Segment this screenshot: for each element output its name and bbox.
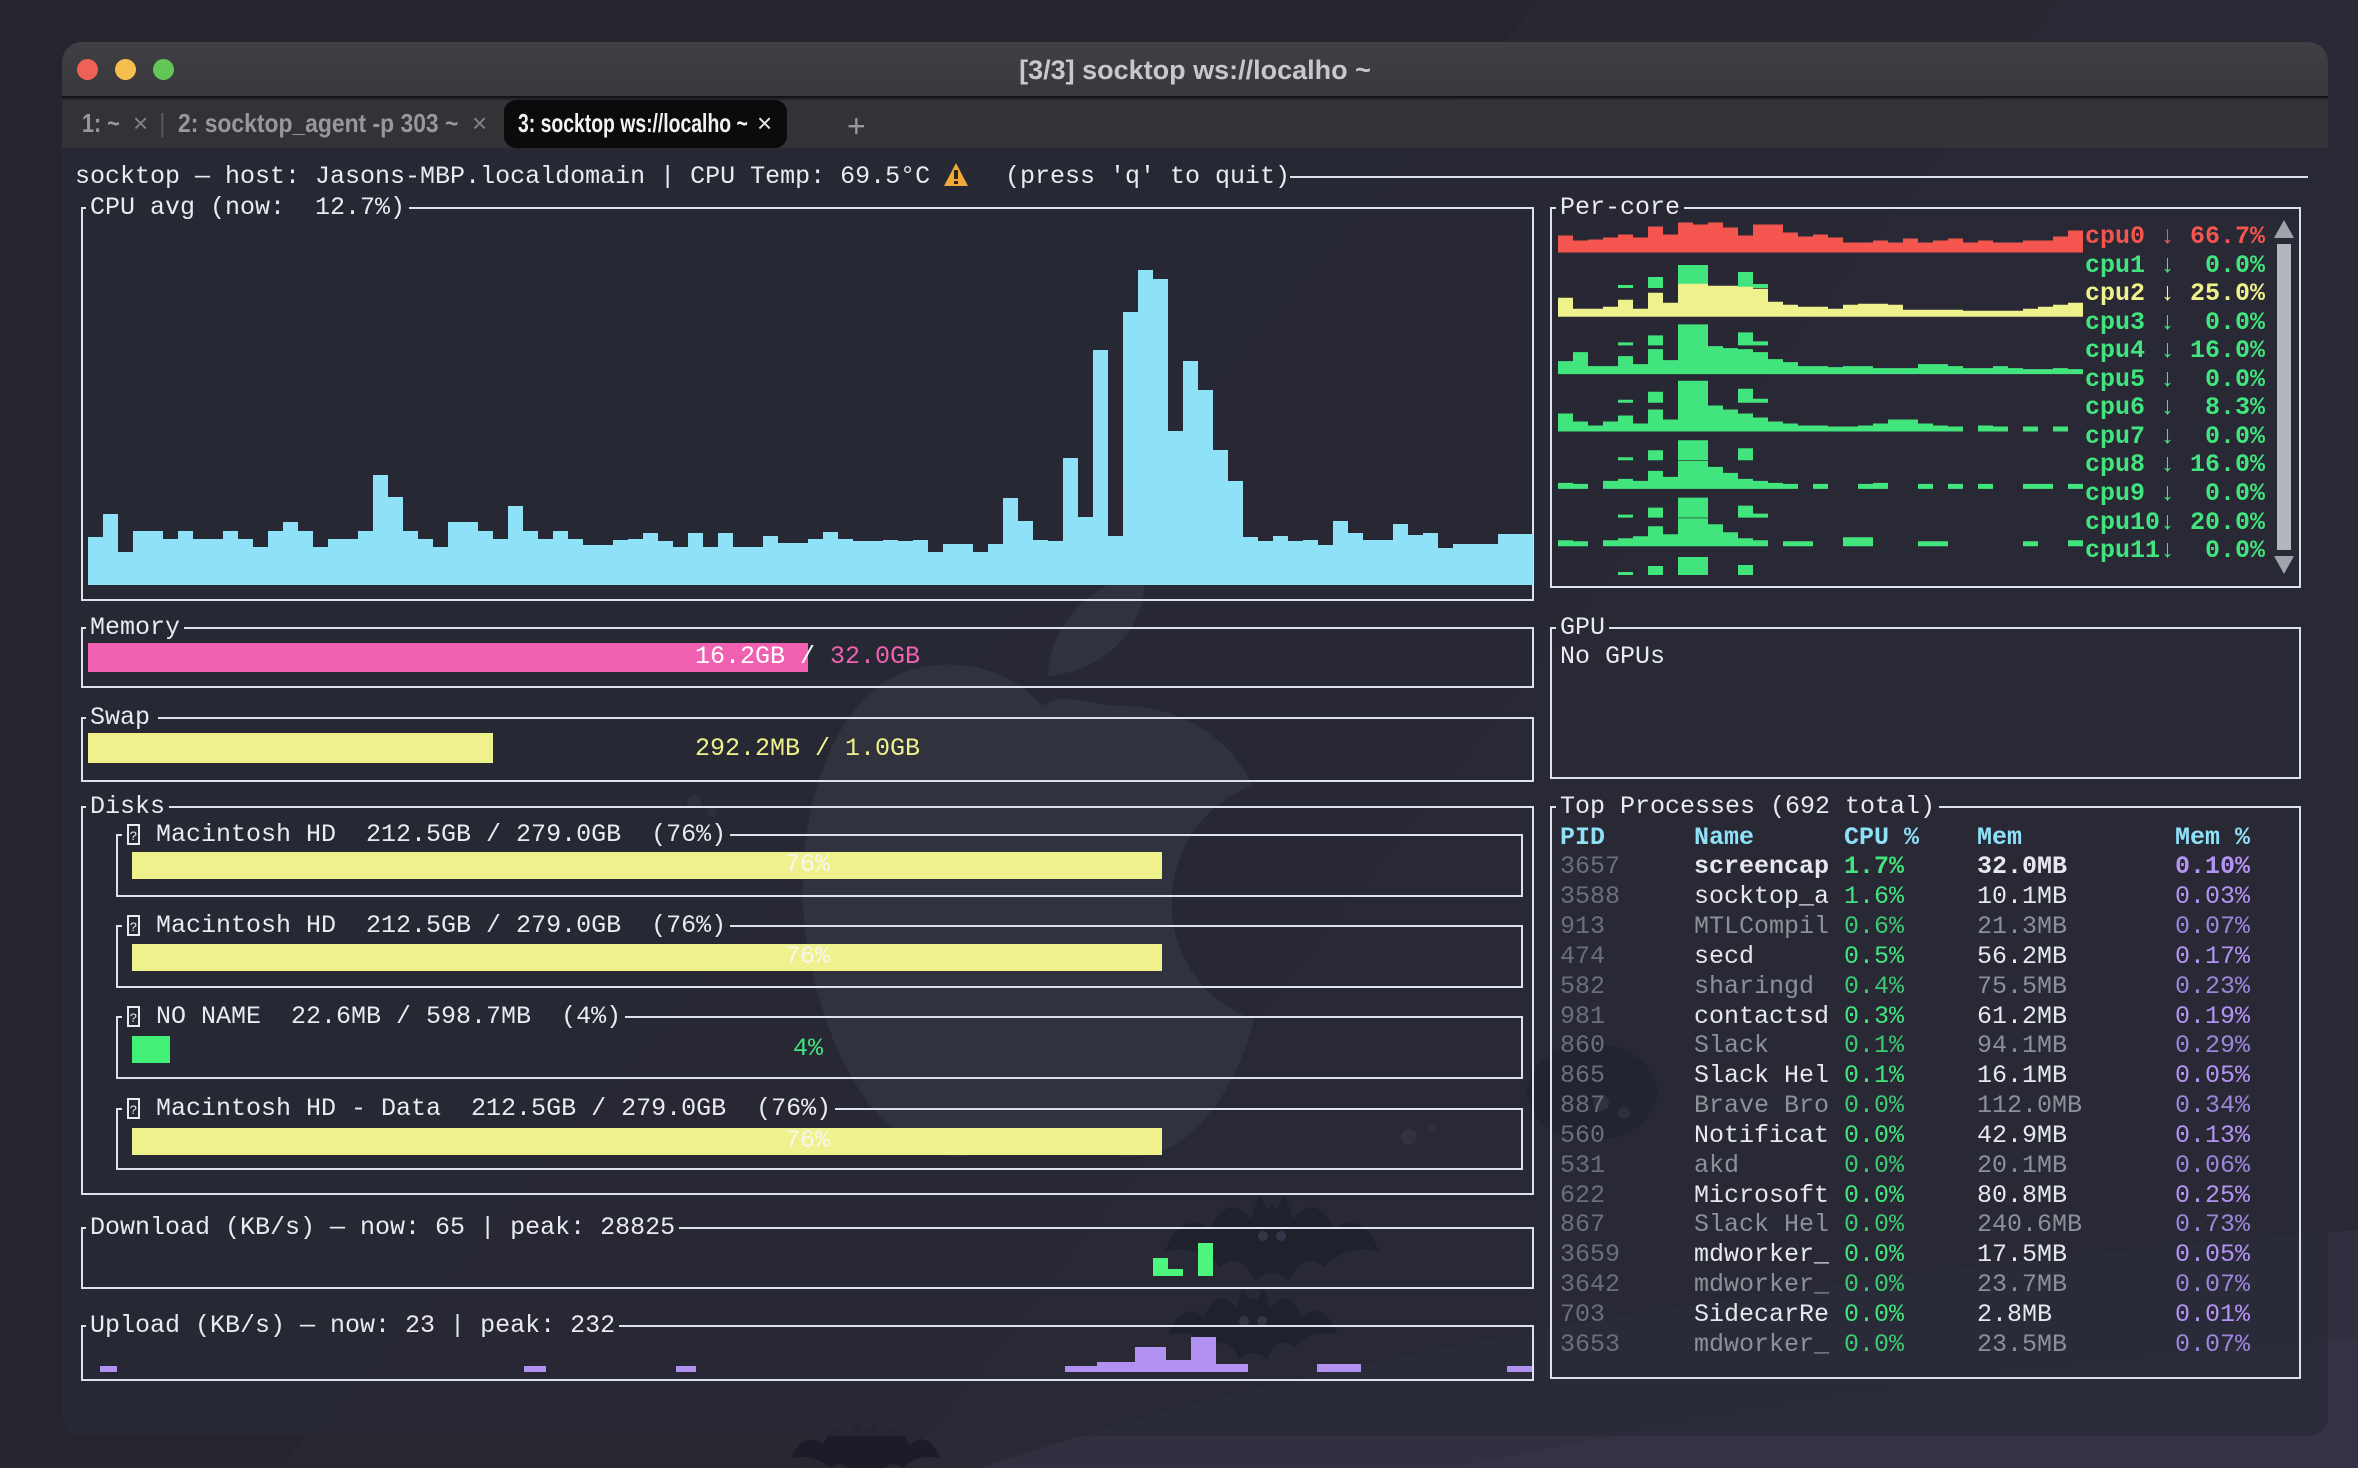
svg-text:?: ? bbox=[130, 829, 138, 844]
svg-text:?: ? bbox=[130, 1103, 138, 1118]
svg-text:?: ? bbox=[130, 1011, 138, 1026]
svg-text:?: ? bbox=[130, 920, 138, 935]
